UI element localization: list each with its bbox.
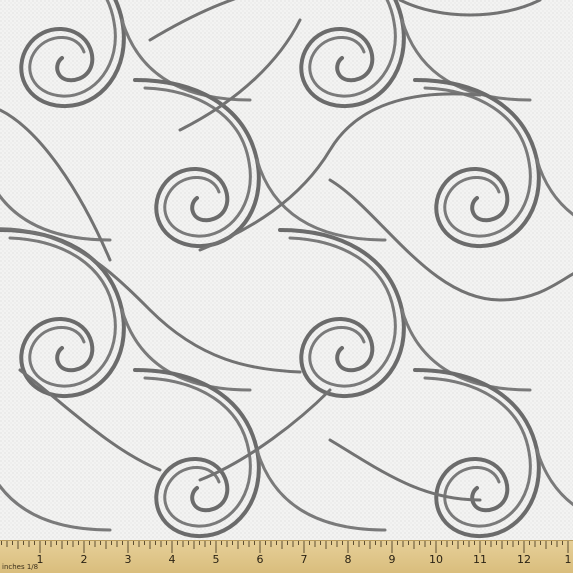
measuring-ruler: 1 2 3 4 5 6 7 8 9 10 11 12 1 inches 1/8 <box>0 540 573 573</box>
ruler-number: 8 <box>345 553 352 566</box>
swirl-pattern <box>0 0 573 573</box>
fabric-swatch: 1 2 3 4 5 6 7 8 9 10 11 12 1 inches 1/8 <box>0 0 573 573</box>
ruler-number: 3 <box>125 553 132 566</box>
ruler-number: 7 <box>301 553 308 566</box>
ruler-number: 2 <box>81 553 88 566</box>
ruler-number: 6 <box>257 553 264 566</box>
ruler-number: 1 <box>565 553 572 566</box>
ruler-number: 4 <box>169 553 176 566</box>
ruler-caption: inches 1/8 <box>2 563 39 571</box>
ruler-ticks: 1 2 3 4 5 6 7 8 9 10 11 12 1 <box>1 541 572 566</box>
ruler-number: 11 <box>473 553 487 566</box>
ruler-number: 5 <box>213 553 220 566</box>
ruler-number: 12 <box>517 553 531 566</box>
ruler-number: 10 <box>429 553 443 566</box>
ruler-number: 9 <box>389 553 396 566</box>
